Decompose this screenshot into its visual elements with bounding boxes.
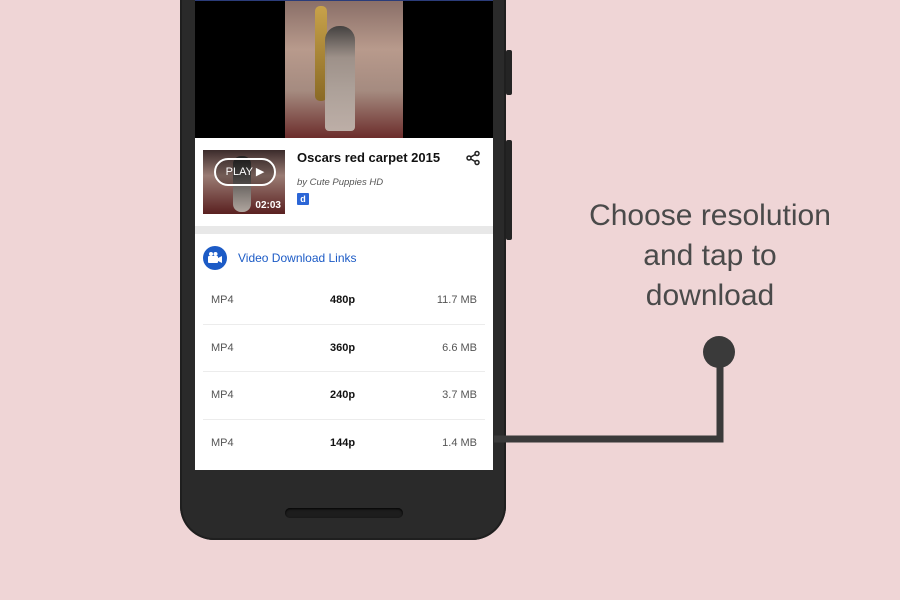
connector-dot: [703, 336, 735, 368]
callout-connector: [494, 336, 735, 443]
connector-line: [494, 352, 724, 443]
